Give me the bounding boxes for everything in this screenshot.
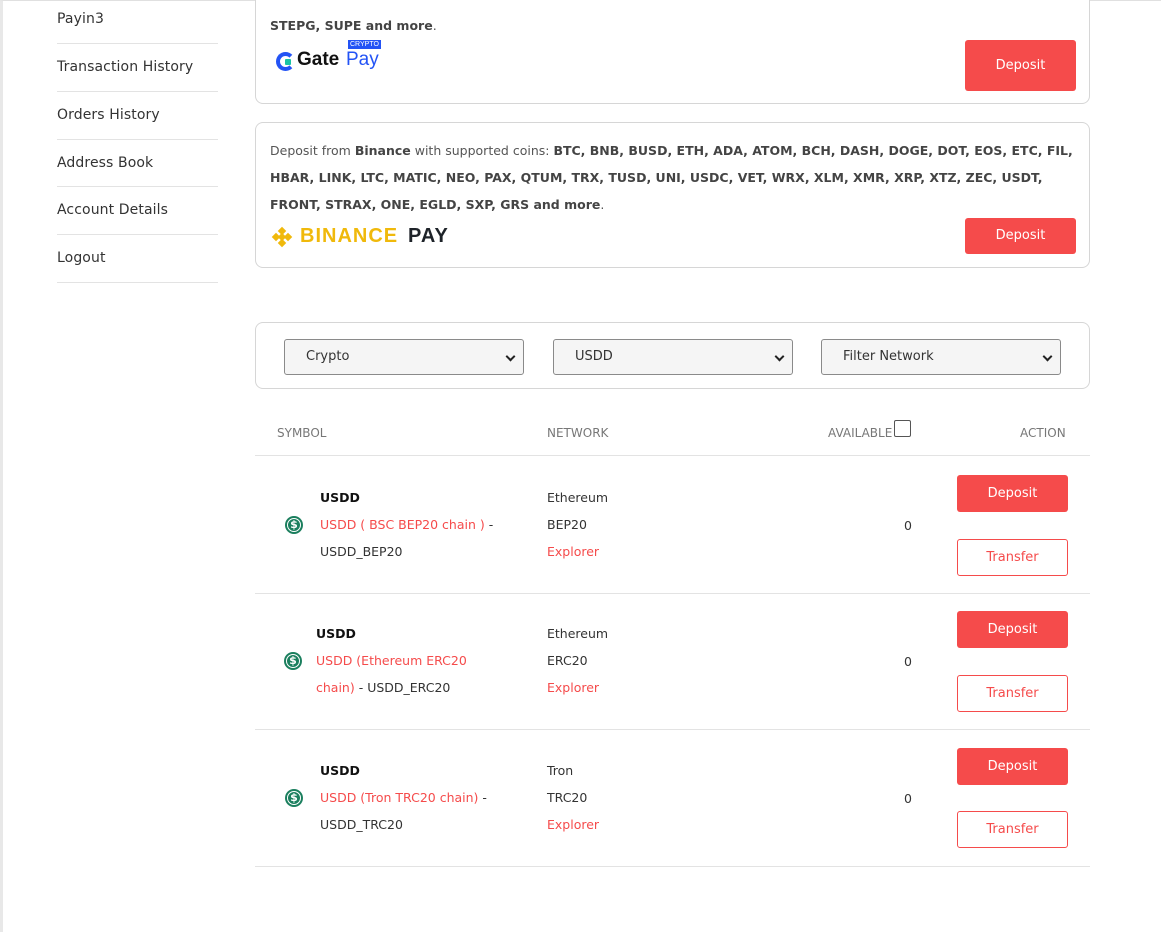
usdd-coin-icon: $ — [285, 789, 303, 807]
sidebar-item-address-book[interactable]: Address Book — [57, 140, 218, 188]
sidebar-item-transaction-history[interactable]: Transaction History — [57, 44, 218, 92]
coin-code: USDD_TRC20 — [320, 817, 403, 832]
column-header-symbol: SYMBOL — [277, 426, 327, 440]
gate-pay-coins-text: STEPG, SUPE and more. — [270, 18, 437, 33]
binance-logo-icon — [271, 226, 293, 248]
symbol-name: USDD — [320, 490, 360, 505]
gate-logo-word: Gate — [297, 49, 340, 70]
chevron-down-icon — [1042, 351, 1053, 362]
symbol-cell: USDD USDD ( BSC BEP20 chain ) - USDD_BEP… — [320, 484, 510, 565]
sidebar-item-account-details[interactable]: Account Details — [57, 187, 218, 236]
sidebar-item-logout[interactable]: Logout — [57, 235, 218, 283]
chevron-down-icon — [505, 351, 516, 362]
available-balance: 0 — [904, 791, 912, 806]
symbol-cell: USDD USDD (Tron TRC20 chain) - USDD_TRC2… — [320, 757, 510, 838]
usdd-coin-icon: $ — [284, 652, 302, 670]
binance-logo-word: BINANCE — [300, 225, 399, 247]
column-header-available: AVAILABLE — [828, 426, 893, 440]
available-balance: 0 — [904, 518, 912, 533]
gate-logo-pay: Pay — [346, 49, 379, 70]
gate-pay-card: STEPG, SUPE and more. Gate CRYPTO Pay De… — [255, 0, 1090, 104]
gate-logo-icon — [276, 52, 295, 71]
sidebar-item-payin3[interactable]: Payin3 — [57, 0, 218, 44]
deposit-button[interactable]: Deposit — [957, 611, 1068, 648]
table-header: SYMBOL NETWORK AVAILABLE ACTION — [255, 418, 1090, 456]
deposit-button[interactable]: Deposit — [957, 748, 1068, 785]
coin-code: USDD_ERC20 — [367, 680, 451, 695]
binance-logo-pay: PAY — [408, 225, 449, 247]
explorer-link[interactable]: Explorer — [547, 674, 608, 701]
gate-pay-logo: Gate CRYPTO Pay — [276, 40, 386, 75]
column-header-network: NETWORK — [547, 426, 609, 440]
usdd-coin-icon: $ — [285, 516, 303, 534]
coin-code: USDD_BEP20 — [320, 544, 403, 559]
coin-chain-link[interactable]: USDD ( BSC BEP20 chain ) — [320, 517, 485, 532]
network-standard: ERC20 — [547, 653, 588, 668]
network-standard: BEP20 — [547, 517, 587, 532]
coin-chain-link[interactable]: USDD (Tron TRC20 chain) — [320, 790, 478, 805]
gate-logo-badge: CRYPTO — [348, 40, 381, 49]
table-row: $ USDD USDD ( BSC BEP20 chain ) - USDD_B… — [255, 457, 1090, 594]
network-cell: Ethereum ERC20 Explorer — [547, 620, 608, 701]
symbol-name: USDD — [320, 763, 360, 778]
symbol-name: USDD — [316, 626, 356, 641]
explorer-link[interactable]: Explorer — [547, 811, 599, 838]
deposit-button[interactable]: Deposit — [957, 475, 1068, 512]
network-filter-select[interactable]: Filter Network — [821, 339, 1061, 375]
symbol-cell: USDD USDD (Ethereum ERC20 chain) - USDD_… — [316, 620, 476, 701]
chain-name: Ethereum — [547, 490, 609, 505]
column-header-action: ACTION — [1020, 426, 1066, 440]
binance-pay-logo: BINANCE PAY — [270, 224, 470, 248]
available-filter-checkbox[interactable] — [894, 420, 911, 437]
binance-pay-card: Deposit from Binance with supported coin… — [255, 122, 1090, 268]
coin-select[interactable]: USDD — [553, 339, 793, 375]
binance-pay-deposit-button[interactable]: Deposit — [965, 218, 1076, 254]
explorer-link[interactable]: Explorer — [547, 538, 608, 565]
table-row: $ USDD USDD (Tron TRC20 chain) - USDD_TR… — [255, 730, 1090, 867]
available-balance: 0 — [904, 654, 912, 669]
asset-type-select[interactable]: Crypto — [284, 339, 524, 375]
gate-pay-deposit-button[interactable]: Deposit — [965, 40, 1076, 91]
chevron-down-icon — [774, 351, 785, 362]
filter-bar: Crypto USDD Filter Network — [255, 322, 1090, 389]
network-standard: TRC20 — [547, 790, 588, 805]
transfer-button[interactable]: Transfer — [957, 811, 1068, 848]
sidebar-item-orders-history[interactable]: Orders History — [57, 92, 218, 140]
table-row: $ USDD USDD (Ethereum ERC20 chain) - USD… — [255, 593, 1090, 730]
transfer-button[interactable]: Transfer — [957, 675, 1068, 712]
transfer-button[interactable]: Transfer — [957, 539, 1068, 576]
chain-name: Tron — [547, 763, 574, 778]
account-sidebar: Payin3 Transaction History Orders Histor… — [57, 0, 218, 283]
chain-name: Ethereum — [547, 626, 609, 641]
network-cell: Tron TRC20 Explorer — [547, 757, 599, 838]
binance-pay-coins-text: Deposit from Binance with supported coin… — [270, 143, 1073, 212]
network-cell: Ethereum BEP20 Explorer — [547, 484, 608, 565]
